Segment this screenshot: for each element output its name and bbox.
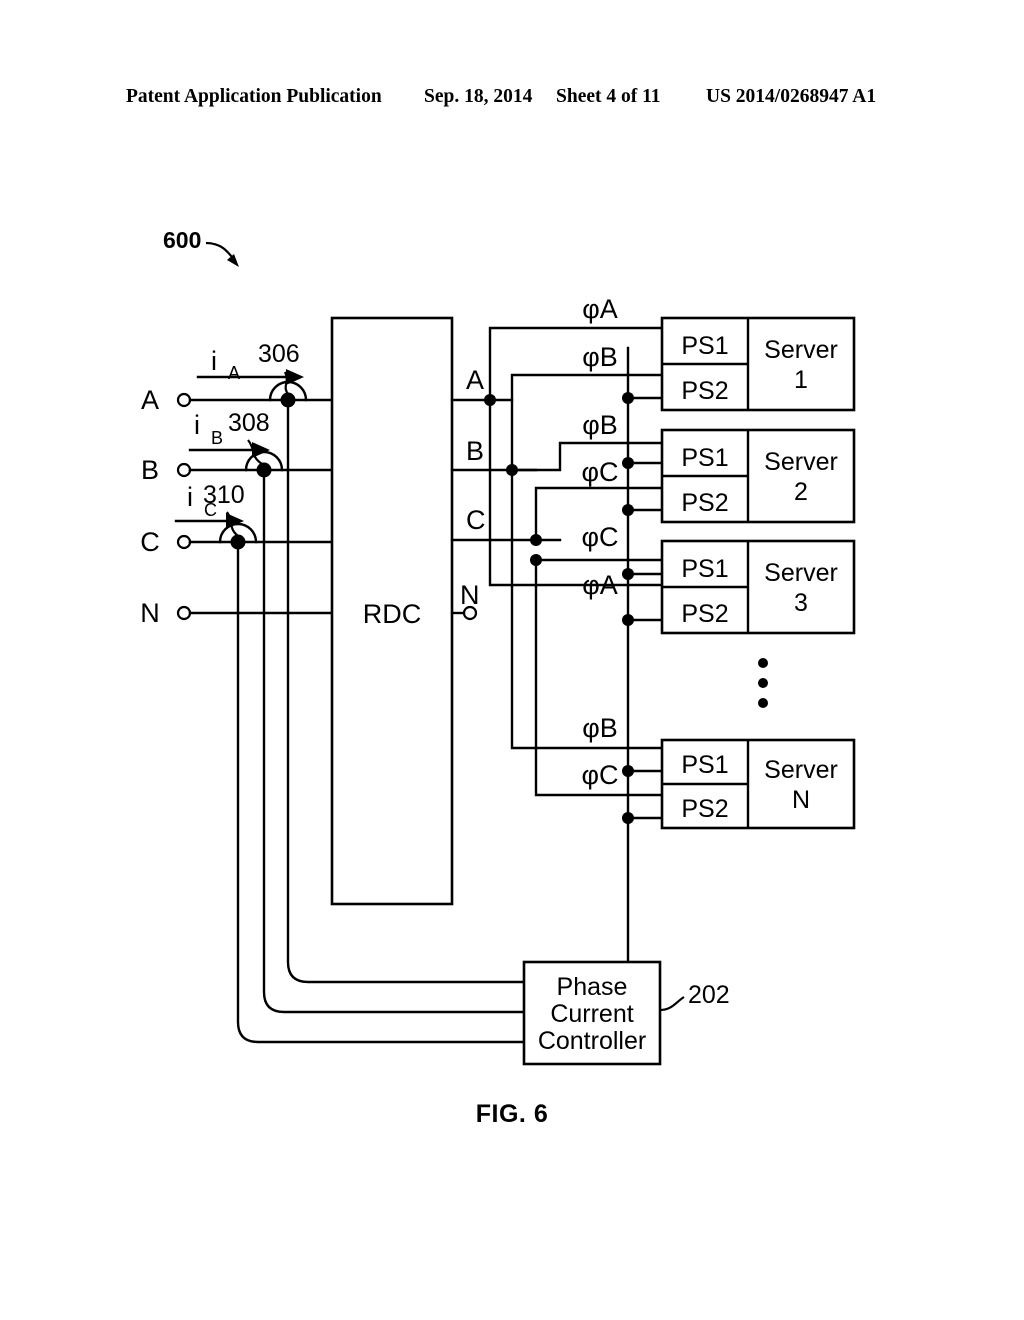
current-label-b: i xyxy=(194,410,200,440)
comm-dot-server3-ps2 xyxy=(622,614,634,626)
current-sub-b: B xyxy=(211,428,223,448)
current-label-c: i xyxy=(187,482,193,512)
server-3-ps1-label: PS1 xyxy=(681,555,728,583)
input-terminal-a-node xyxy=(176,392,192,408)
server-2-ps1-label: PS1 xyxy=(681,444,728,472)
ellipsis-dot-3 xyxy=(758,698,768,708)
server-3-name-line2: 3 xyxy=(794,589,808,617)
server-1-name-line1: Server xyxy=(764,336,838,364)
controller-label-line1: Phase xyxy=(557,973,628,1001)
server-1-ps2-label: PS2 xyxy=(681,377,728,405)
server-2-ps2-label: PS2 xyxy=(681,489,728,517)
controller-label-line3: Controller xyxy=(538,1027,646,1055)
input-terminal-b-node xyxy=(176,462,192,478)
server-n-ps2-label: PS2 xyxy=(681,795,728,823)
input-terminal-n-node xyxy=(176,605,192,621)
controller-reference-label: 202 xyxy=(688,981,730,1009)
input-terminal-b-label: B xyxy=(141,455,159,485)
server-n-name-line1: Server xyxy=(764,756,838,784)
controller-reference-leader xyxy=(659,996,685,1012)
phase-label-server3-ps2: φA xyxy=(582,570,618,600)
current-sub-a: A xyxy=(228,363,240,383)
figure-caption: FIG. 6 xyxy=(475,1100,549,1128)
rdc-output-n-label: N xyxy=(460,580,480,610)
ellipsis-dot-2 xyxy=(758,678,768,688)
rdc-output-b-label: B xyxy=(466,436,484,466)
phase-label-server2-ps1: φB xyxy=(582,410,618,440)
input-terminal-n-label: N xyxy=(140,598,160,628)
phase-label-server2-ps2: φC xyxy=(581,457,618,487)
rdc-output-c-label: C xyxy=(466,505,486,535)
server-3-name-line1: Server xyxy=(764,559,838,587)
current-sensor-308-ref: 308 xyxy=(228,409,270,437)
rdc-output-a-label: A xyxy=(466,365,484,395)
server-n-ps1-label: PS1 xyxy=(681,751,728,779)
current-sensor-306-ref: 306 xyxy=(258,340,300,368)
phase-a-to-server1-ps1 xyxy=(488,326,664,402)
rdc-output-n-node xyxy=(462,605,478,621)
server-n-name-line2: N xyxy=(792,786,810,814)
comm-dot-server3-ps1 xyxy=(622,568,634,580)
server-3-ps2-label: PS2 xyxy=(681,600,728,628)
server-2-name-line2: 2 xyxy=(794,478,808,506)
figure-leader-arrow xyxy=(227,254,239,267)
current-label-a: i xyxy=(211,346,217,376)
server-1-name-line2: 1 xyxy=(794,366,808,394)
input-terminal-a-label: A xyxy=(141,385,159,415)
phase-label-server3-ps1: φC xyxy=(581,522,618,552)
comm-dot-server2-ps2 xyxy=(622,504,634,516)
phase-label-servern-ps2: φC xyxy=(581,760,618,790)
phase-b-to-servern-ps1 xyxy=(510,468,664,750)
phase-label-server1-ps1: φA xyxy=(582,294,618,324)
comm-dot-servern-ps1 xyxy=(622,765,634,777)
server-2-name-line1: Server xyxy=(764,448,838,476)
phase-a-to-server3-ps2 xyxy=(488,398,664,587)
rdc-label: RDC xyxy=(363,599,422,629)
comm-dot-server2-ps1 xyxy=(622,457,634,469)
input-terminal-c-node xyxy=(176,534,192,550)
phase-label-servern-ps1: φB xyxy=(582,713,618,743)
input-terminal-c-label: C xyxy=(140,527,160,557)
server-1-ps1-label: PS1 xyxy=(681,332,728,360)
controller-label-line2: Current xyxy=(550,1000,633,1028)
comm-dot-server1-ps2 xyxy=(622,392,634,404)
figure-reference-label: 600 xyxy=(163,227,201,253)
current-sensor-310-ref: 310 xyxy=(203,481,245,509)
comm-dot-servern-ps2 xyxy=(622,812,634,824)
patent-sheet: Patent Application Publication Sep. 18, … xyxy=(0,0,1024,1320)
phase-label-server1-ps2: φB xyxy=(582,342,618,372)
ellipsis-dot-1 xyxy=(758,658,768,668)
